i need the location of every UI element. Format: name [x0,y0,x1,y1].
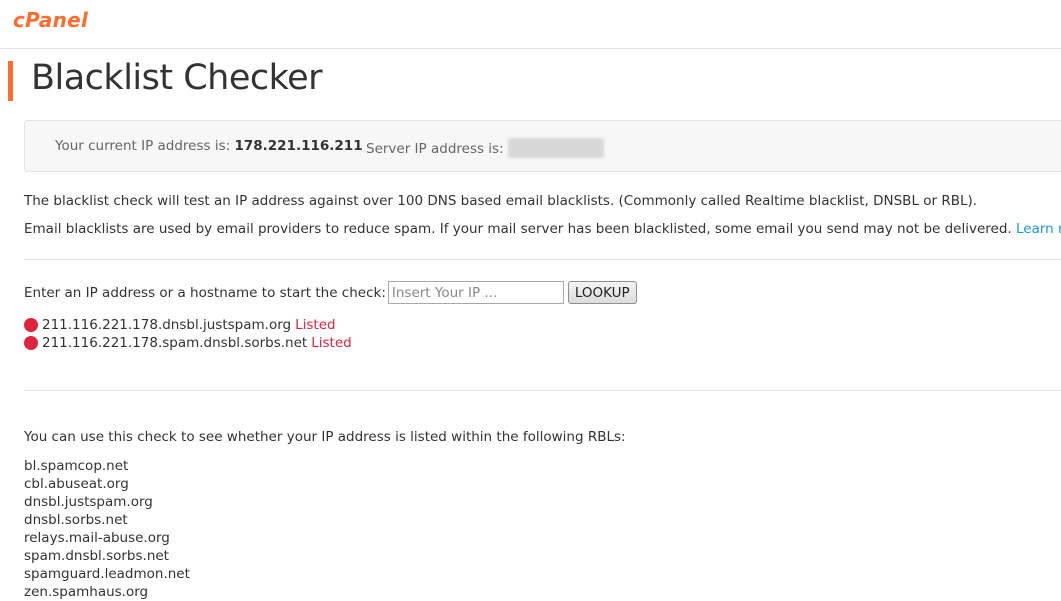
result-status: Listed [295,317,336,333]
lookup-label: Enter an IP address or a hostname to sta… [24,284,386,301]
server-ip: Server IP address is: [366,138,604,158]
rbl-intro: You can use this check to see whether yo… [24,429,626,445]
title-accent-bar [8,61,13,101]
server-ip-label: Server IP address is: [366,141,504,157]
lookup-form: Enter an IP address or a hostname to sta… [24,280,637,305]
result-row: 211.116.221.178.spam.dnsbl.sorbs.net Lis… [24,334,352,352]
rbl-item: dnsbl.sorbs.net [24,512,128,528]
ip-info-panel: Your current IP address is: 178.221.116.… [24,120,1061,172]
result-host: 211.116.221.178.dnsbl.justspam.org [42,317,292,333]
divider [24,390,1061,391]
listed-status-icon [24,318,38,332]
rbl-item: spamguard.leadmon.net [24,566,190,582]
rbl-list: bl.spamcop.net cbl.abuseat.org dnsbl.jus… [24,457,190,601]
current-ip-value: 178.221.116.211 [234,138,363,154]
learn-more-link[interactable]: Learn more [1016,221,1061,237]
lookup-button[interactable]: LOOKUP [567,281,637,304]
divider [24,259,1061,260]
cpanel-logo[interactable]: cPanel [13,8,88,32]
result-host: 211.116.221.178.spam.dnsbl.sorbs.net [42,335,308,351]
page-title: Blacklist Checker [31,58,323,98]
rbl-item: spam.dnsbl.sorbs.net [24,548,169,564]
result-status: Listed [311,335,352,351]
results-list: 211.116.221.178.dnsbl.justspam.org Liste… [24,316,352,352]
rbl-item: bl.spamcop.net [24,458,129,474]
rbl-item: relays.mail-abuse.org [24,530,170,546]
top-bar: cPanel [0,0,1061,49]
current-ip: Your current IP address is: 178.221.116.… [55,138,363,154]
result-row: 211.116.221.178.dnsbl.justspam.org Liste… [24,316,352,334]
listed-status-icon [24,336,38,350]
rbl-item: dnsbl.justspam.org [24,494,153,510]
rbl-item: cbl.abuseat.org [24,476,129,492]
intro-text-1: The blacklist check will test an IP addr… [24,193,978,209]
server-ip-redacted [507,138,604,158]
current-ip-label: Your current IP address is: [55,138,231,154]
intro-text-2: Email blacklists are used by email provi… [24,221,1061,237]
ip-input[interactable] [387,281,564,304]
intro-text-2-body: Email blacklists are used by email provi… [24,221,1012,237]
rbl-item: zen.spamhaus.org [24,584,149,600]
